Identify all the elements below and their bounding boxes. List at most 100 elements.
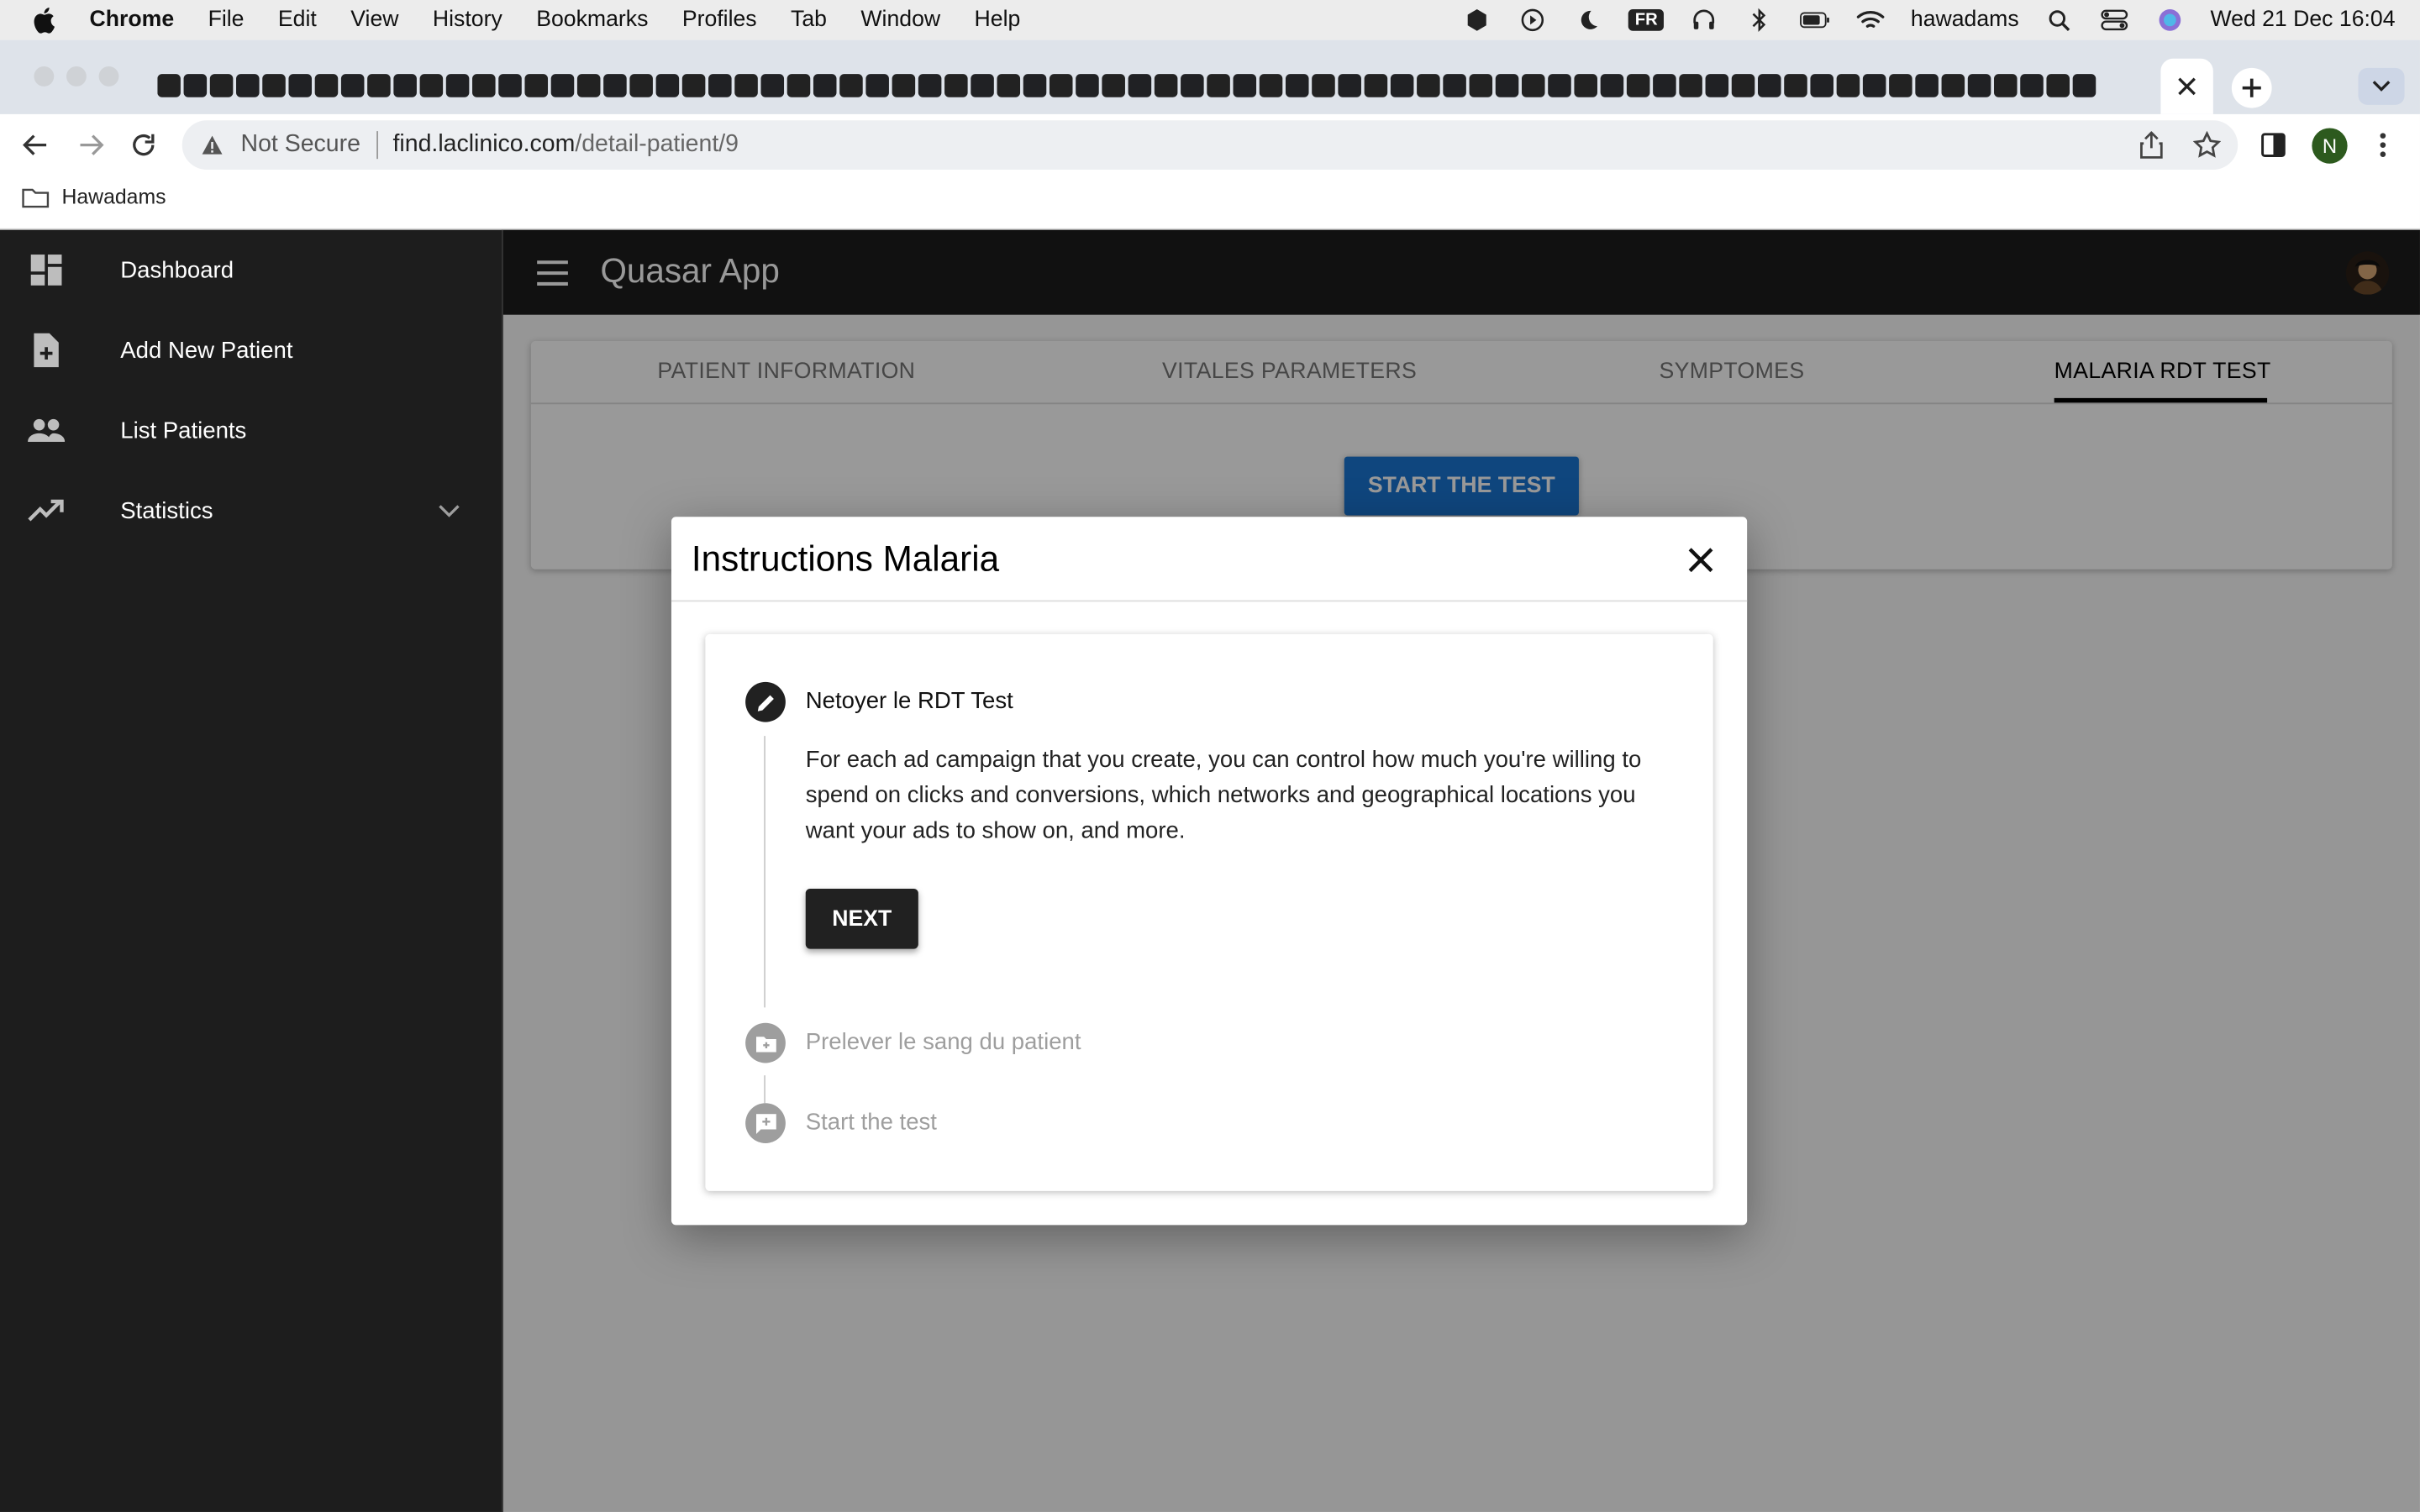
play-circle-icon[interactable]	[1518, 8, 1549, 32]
pinned-tab-favicon[interactable]	[1574, 73, 1597, 97]
pinned-tab-favicon[interactable]	[157, 73, 181, 97]
pinned-tab-favicon[interactable]	[760, 73, 785, 97]
moon-icon[interactable]	[1573, 8, 1604, 32]
pinned-tab-favicon[interactable]	[1731, 73, 1755, 97]
apple-icon[interactable]	[31, 6, 59, 34]
pinned-tab-favicon[interactable]	[655, 73, 680, 97]
pinned-tab-favicon[interactable]	[1915, 73, 1939, 97]
control-center-icon[interactable]	[2099, 8, 2130, 32]
input-source-badge[interactable]: FR	[1628, 9, 1665, 31]
pinned-tab-favicon[interactable]	[340, 73, 365, 97]
pinned-tab-favicon[interactable]	[1364, 73, 1388, 97]
headphones-icon[interactable]	[1688, 8, 1719, 32]
nav-item-statistics[interactable]: Statistics	[0, 470, 502, 551]
profile-avatar[interactable]: N	[2312, 128, 2348, 164]
pinned-tab-favicon[interactable]	[576, 73, 601, 97]
pinned-tab-favicon[interactable]	[865, 73, 889, 97]
nav-item-add-new-patient[interactable]: Add New Patient	[0, 310, 502, 391]
pinned-tab-favicon[interactable]	[1443, 73, 1466, 97]
pinned-tab-favicon[interactable]	[1023, 73, 1047, 97]
pinned-tab-favicon[interactable]	[1679, 73, 1702, 97]
pinned-tab-favicon[interactable]	[813, 73, 837, 97]
pinned-tab-favicon[interactable]	[1417, 73, 1440, 97]
pinned-tab-favicon[interactable]	[1049, 73, 1073, 97]
pinned-tab-favicon[interactable]	[1784, 73, 1807, 97]
step-2-title[interactable]: Prelever le sang du patient	[806, 1029, 1081, 1055]
pinned-tab-favicon[interactable]	[839, 73, 863, 97]
pinned-tab-favicon[interactable]	[524, 73, 549, 97]
close-window-button[interactable]	[34, 66, 55, 87]
pinned-tab-favicon[interactable]	[1338, 73, 1361, 97]
menubar-user[interactable]: hawadams	[1911, 8, 2019, 32]
menubar-clock[interactable]: Wed 21 Dec 16:04	[2210, 8, 2395, 32]
pinned-tab-favicon[interactable]	[1653, 73, 1676, 97]
pinned-tab-favicon[interactable]	[419, 73, 444, 97]
expand-more-icon[interactable]	[439, 497, 460, 523]
minimize-window-button[interactable]	[66, 66, 87, 87]
menu-app-name[interactable]: Chrome	[90, 8, 175, 32]
pinned-tab-favicon[interactable]	[1626, 73, 1650, 97]
pinned-tab-favicon[interactable]	[1889, 73, 1912, 97]
pinned-tab-favicon[interactable]	[892, 73, 916, 97]
pinned-tab-favicon[interactable]	[1862, 73, 1886, 97]
wifi-icon[interactable]	[1855, 8, 1886, 32]
reload-button[interactable]	[127, 128, 160, 161]
pinned-tab-favicon[interactable]	[472, 73, 496, 97]
pinned-tab-favicon[interactable]	[1285, 73, 1309, 97]
side-panel-button[interactable]	[2256, 128, 2290, 161]
pinned-tab-favicon[interactable]	[2072, 73, 2096, 97]
nav-item-list-patients[interactable]: List Patients	[0, 391, 502, 471]
active-browser-tab[interactable]	[2160, 58, 2213, 114]
bookmark-star-icon[interactable]	[2192, 120, 2222, 170]
menu-tab[interactable]: Tab	[791, 8, 827, 32]
pinned-tab-favicon[interactable]	[1390, 73, 1414, 97]
pinned-tab-favicon[interactable]	[1495, 73, 1519, 97]
pinned-tab-favicon[interactable]	[629, 73, 653, 97]
siri-icon[interactable]	[2154, 8, 2186, 32]
pinned-tab-favicon[interactable]	[681, 73, 706, 97]
pinned-tab-favicon[interactable]	[367, 73, 391, 97]
share-icon[interactable]	[2139, 120, 2164, 170]
pinned-tab-favicon[interactable]	[498, 73, 522, 97]
pinned-tab-favicon[interactable]	[1600, 73, 1624, 97]
step-1-title[interactable]: Netoyer le RDT Test	[806, 688, 1013, 714]
menu-edit[interactable]: Edit	[278, 8, 317, 32]
menu-bookmarks[interactable]: Bookmarks	[536, 8, 648, 32]
pinned-tab-favicon[interactable]	[1181, 73, 1204, 97]
pinned-tab-favicon[interactable]	[1312, 73, 1335, 97]
pinned-tab-favicon[interactable]	[288, 73, 313, 97]
pinned-tab-favicon[interactable]	[1810, 73, 1833, 97]
pinned-tab-favicon[interactable]	[183, 73, 208, 97]
tab-search-button[interactable]	[2358, 67, 2405, 105]
security-label[interactable]: Not Secure	[241, 131, 360, 159]
pinned-tab-favicon[interactable]	[262, 73, 286, 97]
pinned-tab-favicon[interactable]	[1102, 73, 1125, 97]
close-tab-icon[interactable]	[2178, 77, 2196, 96]
step-3-title[interactable]: Start the test	[806, 1110, 937, 1136]
pinned-tab-favicon[interactable]	[786, 73, 811, 97]
pinned-tab-favicon[interactable]	[393, 73, 417, 97]
pinned-tab-favicon[interactable]	[603, 73, 627, 97]
pinned-tab-favicon[interactable]	[2046, 73, 2070, 97]
close-icon[interactable]	[1682, 542, 1719, 579]
forward-button[interactable]	[74, 128, 108, 161]
pinned-tab-favicon[interactable]	[314, 73, 339, 97]
pinned-tab-favicon[interactable]	[918, 73, 942, 97]
pinned-tab-favicon[interactable]	[971, 73, 994, 97]
spotlight-search-icon[interactable]	[2044, 8, 2075, 32]
pinned-tab-favicon[interactable]	[997, 73, 1021, 97]
pinned-tab-favicon[interactable]	[236, 73, 260, 97]
pinned-tab-favicon[interactable]	[1941, 73, 1965, 97]
menu-help[interactable]: Help	[975, 8, 1021, 32]
hexagon-app-icon[interactable]	[1462, 8, 1493, 32]
pinned-tab-favicon[interactable]	[1521, 73, 1545, 97]
pinned-tab-favicon[interactable]	[1548, 73, 1571, 97]
menu-view[interactable]: View	[350, 8, 398, 32]
address-bar[interactable]: Not Secure find.laclinico.com/detail-pat…	[182, 120, 2238, 171]
menu-window[interactable]: Window	[860, 8, 940, 32]
bluetooth-icon[interactable]	[1744, 8, 1776, 33]
bookmark-folder[interactable]: Hawadams	[22, 185, 166, 208]
pinned-tab-favicon[interactable]	[1259, 73, 1283, 97]
pinned-tab-favicon[interactable]	[1994, 73, 2018, 97]
warning-icon[interactable]	[201, 134, 229, 156]
